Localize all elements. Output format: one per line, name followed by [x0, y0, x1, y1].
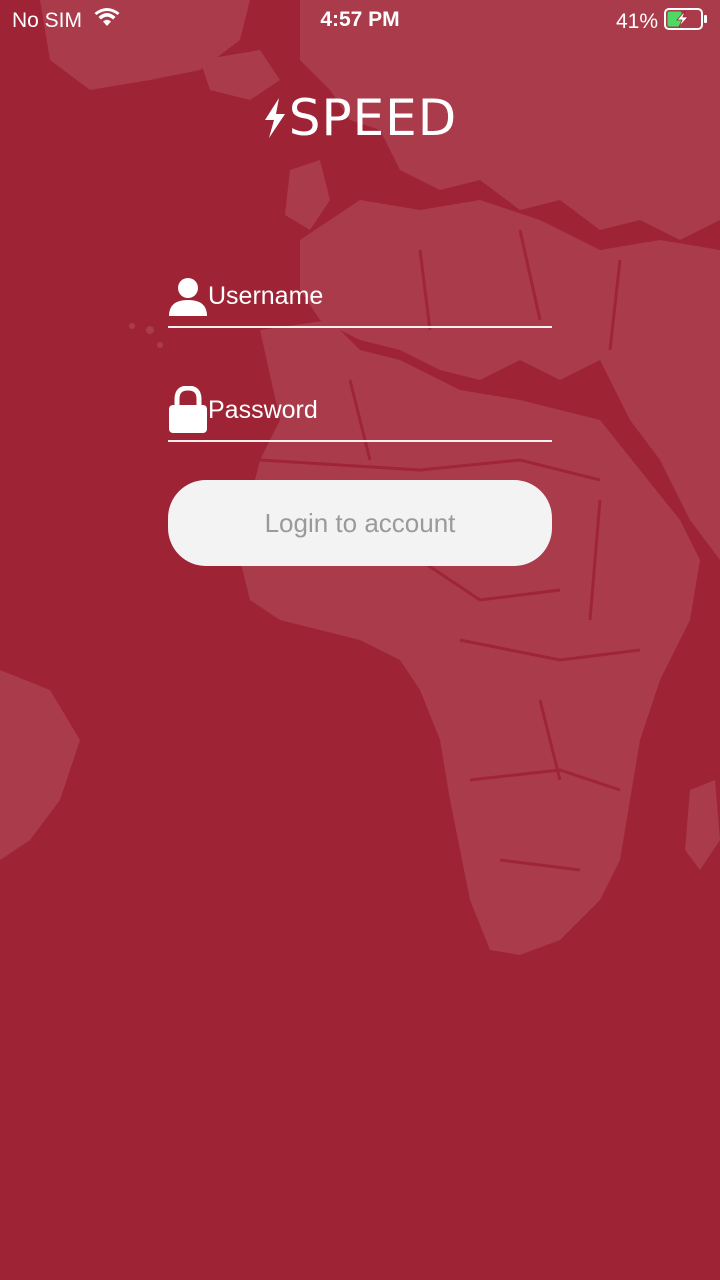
- password-input[interactable]: [208, 390, 552, 430]
- username-input[interactable]: [208, 276, 552, 316]
- status-bar: No SIM 4:57 PM 41%: [0, 0, 720, 40]
- status-time: 4:57 PM: [320, 8, 400, 31]
- status-right: 41%: [616, 8, 708, 36]
- login-button[interactable]: Login to account: [168, 480, 552, 566]
- logo-text: SPEED: [288, 89, 458, 147]
- login-screen: No SIM 4:57 PM 41% SPEED Username Login …: [0, 0, 720, 1280]
- battery-percent: 41%: [615, 10, 658, 33]
- lightning-bolt-icon: [263, 97, 287, 143]
- world-map-background: [0, 0, 720, 955]
- username-field[interactable]: [168, 266, 552, 328]
- user-icon: [168, 273, 208, 319]
- app-logo: SPEED: [0, 88, 720, 148]
- password-field[interactable]: [168, 380, 552, 442]
- battery-charging-icon: [664, 8, 708, 36]
- lock-icon: [168, 386, 208, 433]
